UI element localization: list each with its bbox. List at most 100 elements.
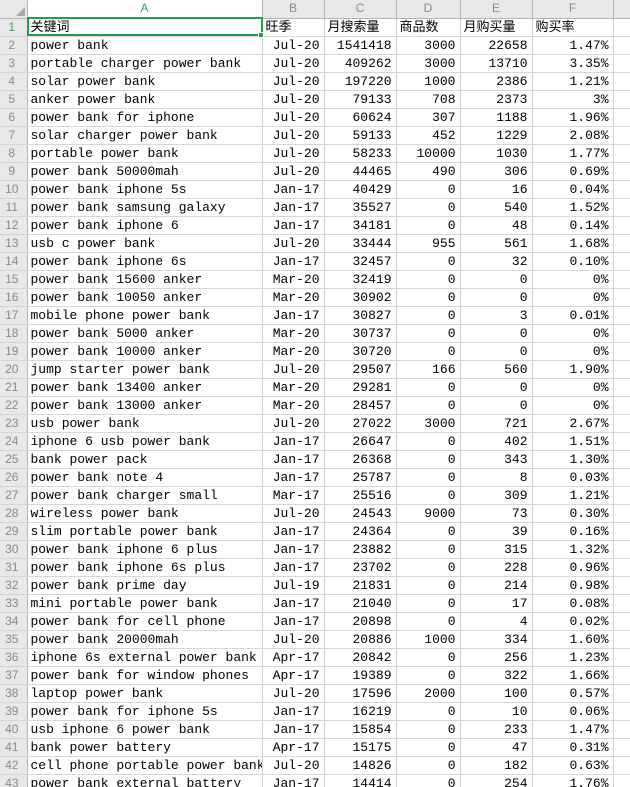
cell-C21[interactable]: 29281 — [324, 378, 397, 397]
cell-F40[interactable]: 1.47% — [532, 720, 614, 739]
cell-A24[interactable]: iphone 6 usb power bank — [27, 432, 263, 451]
cell-A26[interactable]: power bank note 4 — [27, 468, 263, 487]
cell-D14[interactable]: 0 — [396, 252, 461, 271]
row-header[interactable]: 10 — [0, 180, 28, 199]
cell-E6[interactable]: 1188 — [460, 108, 533, 127]
cell-F11[interactable]: 1.52% — [532, 198, 614, 217]
cell-F12[interactable]: 0.14% — [532, 216, 614, 235]
cell-C38[interactable]: 17596 — [324, 684, 397, 703]
cell-F5[interactable]: 3% — [532, 90, 614, 109]
cell-D21[interactable]: 0 — [396, 378, 461, 397]
cell-E15[interactable]: 0 — [460, 270, 533, 289]
table-row[interactable]: 9 power bank 50000mah Jul-20 44465 490 306 0.6… — [0, 162, 630, 181]
cell-A12[interactable]: power bank iphone 6 — [27, 216, 263, 235]
cell-C34[interactable]: 20898 — [324, 612, 397, 631]
cell-E27[interactable]: 309 — [460, 486, 533, 505]
cell-G9[interactable] — [613, 162, 630, 181]
cell-C16[interactable]: 30902 — [324, 288, 397, 307]
cell-B32[interactable]: Jul-19 — [262, 576, 325, 595]
cell-E30[interactable]: 315 — [460, 540, 533, 559]
row-header[interactable]: 8 — [0, 144, 28, 163]
cell-G25[interactable] — [613, 450, 630, 469]
cell-B24[interactable]: Jan-17 — [262, 432, 325, 451]
cell-B23[interactable]: Jul-20 — [262, 414, 325, 433]
cell-C2[interactable]: 1541418 — [324, 36, 397, 55]
cell-G12[interactable] — [613, 216, 630, 235]
cell-G22[interactable] — [613, 396, 630, 415]
cell-D8[interactable]: 10000 — [396, 144, 461, 163]
row-header[interactable]: 17 — [0, 306, 28, 325]
cell-G26[interactable] — [613, 468, 630, 487]
cell-D16[interactable]: 0 — [396, 288, 461, 307]
cell-C15[interactable]: 32419 — [324, 270, 397, 289]
cell-D38[interactable]: 2000 — [396, 684, 461, 703]
cell-F38[interactable]: 0.57% — [532, 684, 614, 703]
row-header[interactable]: 2 — [0, 36, 28, 55]
row-header[interactable]: 35 — [0, 630, 28, 649]
table-row[interactable]: 4 solar power bank Jul-20 197220 1000 2386 1.2… — [0, 72, 630, 91]
cell-E9[interactable]: 306 — [460, 162, 533, 181]
cell-B31[interactable]: Jan-17 — [262, 558, 325, 577]
cell-A40[interactable]: usb iphone 6 power bank — [27, 720, 263, 739]
cell-A17[interactable]: mobile phone power bank — [27, 306, 263, 325]
cell-B16[interactable]: Mar-20 — [262, 288, 325, 307]
cell-E28[interactable]: 73 — [460, 504, 533, 523]
cell-G23[interactable] — [613, 414, 630, 433]
row-header[interactable]: 15 — [0, 270, 28, 289]
cell-G40[interactable] — [613, 720, 630, 739]
cell-A13[interactable]: usb c power bank — [27, 234, 263, 253]
cell-F21[interactable]: 0% — [532, 378, 614, 397]
cell-A32[interactable]: power bank prime day — [27, 576, 263, 595]
cell-D19[interactable]: 0 — [396, 342, 461, 361]
row-header[interactable]: 31 — [0, 558, 28, 577]
cell-G10[interactable] — [613, 180, 630, 199]
cell-B42[interactable]: Jul-20 — [262, 756, 325, 775]
table-row[interactable]: 17 mobile phone power bank Jan-17 30827 0 3 0.… — [0, 306, 630, 325]
cell-C33[interactable]: 21040 — [324, 594, 397, 613]
cell-D17[interactable]: 0 — [396, 306, 461, 325]
cell-A27[interactable]: power bank charger small — [27, 486, 263, 505]
table-row[interactable]: 28 wireless power bank Jul-20 24543 9000 73 0.… — [0, 504, 630, 523]
table-row[interactable]: 18 power bank 5000 anker Mar-20 30737 0 0 0% — [0, 324, 630, 343]
cell-D34[interactable]: 0 — [396, 612, 461, 631]
cell-F15[interactable]: 0% — [532, 270, 614, 289]
cell-D32[interactable]: 0 — [396, 576, 461, 595]
cell-B1[interactable]: 旺季 — [262, 18, 325, 37]
cell-E26[interactable]: 8 — [460, 468, 533, 487]
cell-A19[interactable]: power bank 10000 anker — [27, 342, 263, 361]
cell-F39[interactable]: 0.06% — [532, 702, 614, 721]
cell-G16[interactable] — [613, 288, 630, 307]
table-row[interactable]: 36 iphone 6s external power bank Apr-17 208… — [0, 648, 630, 667]
cell-F28[interactable]: 0.30% — [532, 504, 614, 523]
cell-F30[interactable]: 1.32% — [532, 540, 614, 559]
cell-D23[interactable]: 3000 — [396, 414, 461, 433]
table-row[interactable]: 26 power bank note 4 Jan-17 25787 0 8 0.03% — [0, 468, 630, 487]
cell-C23[interactable]: 27022 — [324, 414, 397, 433]
cell-E40[interactable]: 233 — [460, 720, 533, 739]
row-header[interactable]: 13 — [0, 234, 28, 253]
cell-F25[interactable]: 1.30% — [532, 450, 614, 469]
cell-C36[interactable]: 20842 — [324, 648, 397, 667]
cell-B33[interactable]: Jan-17 — [262, 594, 325, 613]
table-row[interactable]: 43 power bank external battery Jan-17 14414… — [0, 774, 630, 787]
cell-A34[interactable]: power bank for cell phone — [27, 612, 263, 631]
cell-E18[interactable]: 0 — [460, 324, 533, 343]
table-row[interactable]: 8 portable power bank Jul-20 58233 10000 1030… — [0, 144, 630, 163]
cell-B28[interactable]: Jul-20 — [262, 504, 325, 523]
table-row[interactable]: 1 关键词 旺季 月搜索量 商品数 月购买量 购买率 — [0, 18, 630, 37]
cell-D42[interactable]: 0 — [396, 756, 461, 775]
table-row[interactable]: 19 power bank 10000 anker Mar-20 30720 0 0 0% — [0, 342, 630, 361]
cell-A16[interactable]: power bank 10050 anker — [27, 288, 263, 307]
cell-A7[interactable]: solar charger power bank — [27, 126, 263, 145]
cell-A35[interactable]: power bank 20000mah — [27, 630, 263, 649]
table-row[interactable]: 34 power bank for cell phone Jan-17 20898 0 4… — [0, 612, 630, 631]
cell-C11[interactable]: 35527 — [324, 198, 397, 217]
cell-C42[interactable]: 14826 — [324, 756, 397, 775]
cell-D30[interactable]: 0 — [396, 540, 461, 559]
cell-C1[interactable]: 月搜索量 — [324, 18, 397, 37]
cell-C18[interactable]: 30737 — [324, 324, 397, 343]
cell-G36[interactable] — [613, 648, 630, 667]
cell-G32[interactable] — [613, 576, 630, 595]
cell-C24[interactable]: 26647 — [324, 432, 397, 451]
cell-A20[interactable]: jump starter power bank — [27, 360, 263, 379]
